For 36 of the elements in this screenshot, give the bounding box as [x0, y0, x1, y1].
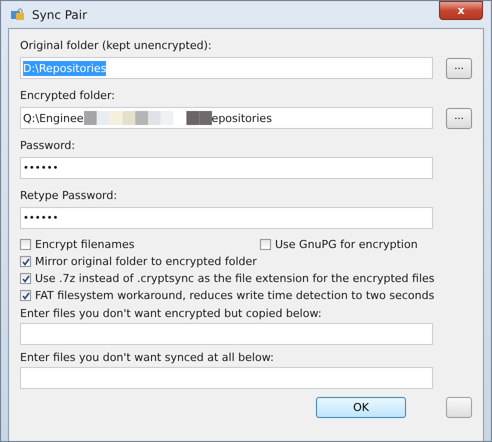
field-label: Password:: [20, 139, 76, 152]
checkbox-label: Use .7z instead of .cryptsync as the file extension for the encrypted files: [35, 272, 435, 285]
check-icon: [22, 292, 30, 300]
checkbox-label: Mirror original folder to encrypted folder: [35, 255, 257, 268]
field-value: D:\Repositories: [23, 60, 106, 76]
ok-button[interactable]: OK: [316, 397, 406, 418]
checkbox[interactable]: [20, 239, 31, 250]
field-value: Q:\Enginee: [23, 110, 84, 126]
check-icon: [22, 274, 30, 282]
field-value: epositories: [212, 112, 272, 124]
close-button[interactable]: x: [439, 1, 483, 20]
app-icon: [10, 8, 26, 22]
text-field[interactable]: [20, 367, 433, 389]
browse-button[interactable]: ...: [446, 108, 472, 128]
dialog-button[interactable]: [446, 397, 472, 418]
checkbox[interactable]: [20, 290, 31, 301]
checkbox-label: Use GnuPG for encryption: [275, 238, 418, 251]
folder-field[interactable]: Q:\Enginee epositories: [20, 107, 433, 129]
password-dots: ••••••: [23, 212, 58, 224]
checkbox-label: FAT filesystem workaround, reduces write time detection to two seconds: [35, 289, 434, 302]
field-label: Encrypted folder:: [20, 89, 116, 102]
checkbox-label: Encrypt filenames: [35, 238, 134, 251]
field-label: Retype Password:: [20, 189, 118, 202]
field-label: Original folder (kept unencrypted):: [20, 39, 213, 52]
browse-button[interactable]: ...: [446, 58, 472, 78]
window-title: Sync Pair: [32, 8, 88, 22]
check-icon: [22, 258, 30, 266]
field-label: Enter files you don't want encrypted but copied below:: [20, 307, 323, 320]
checkbox[interactable]: [20, 256, 31, 267]
password-dots: ••••••: [23, 162, 58, 174]
password-field[interactable]: ••••••: [20, 207, 433, 229]
text-field[interactable]: [20, 323, 433, 345]
checkbox[interactable]: [20, 273, 31, 284]
field-label: Enter files you don't want synced at all below:: [20, 351, 275, 364]
password-field[interactable]: ••••••: [20, 157, 433, 179]
checkbox[interactable]: [260, 239, 271, 250]
